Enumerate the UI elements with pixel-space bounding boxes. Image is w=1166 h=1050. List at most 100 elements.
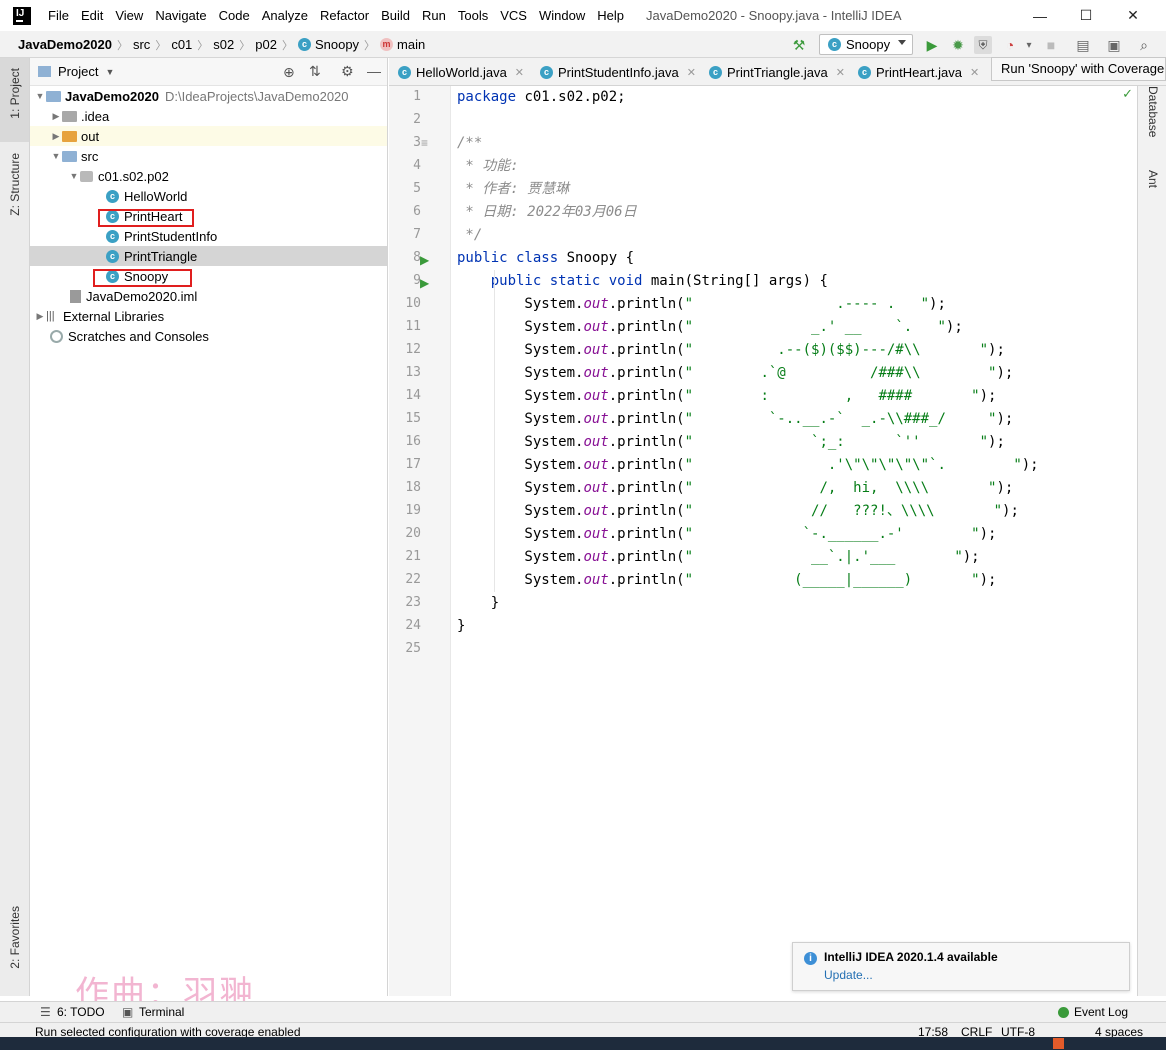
close-icon[interactable]: ✕ bbox=[970, 66, 979, 79]
title-bar: IJ File Edit View Navigate Code Analyze … bbox=[0, 0, 1166, 31]
tree-item-printheart[interactable]: c PrintHeart bbox=[30, 206, 387, 226]
tree-item-package[interactable]: ▼ c01.s02.p02 bbox=[30, 166, 387, 186]
run-config-select[interactable]: c Snoopy bbox=[819, 34, 913, 55]
tree-item-iml[interactable]: JavaDemo2020.iml bbox=[30, 286, 387, 306]
search-icon[interactable]: ⌕ bbox=[1135, 36, 1153, 54]
line-number: 12 bbox=[405, 342, 421, 357]
chevron-down-icon[interactable]: ▼ bbox=[105, 67, 114, 77]
menu-view[interactable]: View bbox=[109, 0, 149, 31]
structure-tool-tab[interactable]: Z: Structure bbox=[8, 153, 22, 216]
line-number: 5 bbox=[413, 181, 421, 196]
build-hammer-icon[interactable]: ⚒ bbox=[790, 36, 808, 54]
tree-item-scratches[interactable]: Scratches and Consoles bbox=[30, 326, 387, 346]
project-view-selector[interactable]: Project bbox=[58, 64, 98, 79]
menu-help[interactable]: Help bbox=[591, 0, 630, 31]
tree-item-external-libraries[interactable]: ▶ ||| External Libraries bbox=[30, 306, 387, 326]
debug-icon[interactable]: ✹ bbox=[949, 36, 967, 54]
terminal-icon: ▣ bbox=[122, 1005, 134, 1019]
minimize-button[interactable]: — bbox=[1017, 0, 1063, 31]
code-line-21: System.out.println(" __`.|.'___ "); bbox=[457, 549, 980, 565]
gear-icon[interactable]: ⚙ bbox=[341, 63, 354, 80]
breadcrumb-p02[interactable]: p02 〉 bbox=[255, 37, 298, 53]
ant-tool-tab[interactable]: Ant bbox=[1146, 170, 1160, 188]
tree-item-helloworld[interactable]: c HelloWorld bbox=[30, 186, 387, 206]
inspection-ok-icon[interactable]: ✓ bbox=[1122, 86, 1133, 102]
tree-item-snoopy[interactable]: c Snoopy bbox=[30, 266, 387, 286]
line-number: 3 bbox=[413, 135, 421, 150]
run-with-coverage-icon[interactable]: ⛨ bbox=[974, 36, 992, 54]
doc-comment-icon: ≡ bbox=[421, 136, 429, 150]
tree-item-src[interactable]: ▼ src bbox=[30, 146, 387, 166]
close-icon[interactable]: ✕ bbox=[515, 66, 524, 79]
breadcrumb-snoopy[interactable]: c Snoopy 〉 bbox=[297, 37, 380, 53]
chevron-right-icon: ▶ bbox=[36, 310, 44, 321]
tab-printheart[interactable]: c PrintHeart.java ✕ bbox=[858, 58, 979, 86]
close-button[interactable]: ✕ bbox=[1110, 0, 1156, 31]
run-main-gutter-icon[interactable]: ▶ bbox=[420, 276, 429, 290]
menu-analyze[interactable]: Analyze bbox=[256, 0, 314, 31]
breadcrumb-src[interactable]: src 〉 bbox=[133, 37, 171, 53]
menu-code[interactable]: Code bbox=[213, 0, 256, 31]
iml-file-icon bbox=[70, 289, 81, 303]
close-icon[interactable]: ✕ bbox=[687, 66, 696, 79]
project-structure-icon[interactable]: ▤ bbox=[1074, 36, 1092, 54]
breadcrumb-main[interactable]: m main bbox=[380, 37, 425, 52]
line-number: 7 bbox=[413, 227, 421, 242]
breadcrumb-project[interactable]: JavaDemo2020 〉 bbox=[18, 37, 133, 53]
scratches-icon bbox=[50, 329, 63, 343]
code-line-1: package c01.s02.p02; bbox=[457, 89, 626, 105]
code-line-3: /** bbox=[457, 135, 483, 151]
menu-vcs[interactable]: VCS bbox=[494, 0, 533, 31]
menu-refactor[interactable]: Refactor bbox=[314, 0, 375, 31]
run-icon[interactable]: ▶ bbox=[923, 36, 941, 54]
profiler-icon[interactable]: ◔ bbox=[1001, 36, 1019, 54]
menu-file[interactable]: File bbox=[42, 0, 75, 31]
breadcrumb-c01[interactable]: c01 〉 bbox=[171, 37, 213, 53]
update-link[interactable]: Update... bbox=[824, 968, 873, 982]
highlight-box-snoopy bbox=[93, 269, 192, 287]
project-folder-icon bbox=[38, 66, 51, 77]
left-tool-strip: 1: Project Z: Structure 2: Favorites bbox=[0, 58, 30, 996]
sdk-icon[interactable]: ▣ bbox=[1105, 36, 1123, 54]
code-line-15: System.out.println(" `-..__.-` _.-\\###_… bbox=[457, 411, 1014, 427]
menu-tools[interactable]: Tools bbox=[452, 0, 494, 31]
chevron-down-icon[interactable]: ▾ bbox=[1020, 36, 1038, 54]
breadcrumb-s02[interactable]: s02 〉 bbox=[213, 37, 255, 53]
collapse-all-icon[interactable]: ⇅ bbox=[309, 63, 321, 80]
todo-tool-button[interactable]: 6: TODO bbox=[57, 1005, 105, 1019]
tree-item-printstudentinfo[interactable]: c PrintStudentInfo bbox=[30, 226, 387, 246]
tree-item-printtriangle[interactable]: c PrintTriangle bbox=[30, 246, 387, 266]
class-icon: c bbox=[540, 65, 553, 79]
code-line-8: public class Snoopy { bbox=[457, 250, 635, 266]
database-tool-tab[interactable]: Database bbox=[1146, 86, 1160, 137]
stop-icon[interactable]: ■ bbox=[1042, 36, 1060, 54]
tab-printtriangle[interactable]: c PrintTriangle.java ✕ bbox=[709, 58, 845, 86]
taskbar-app-icon[interactable] bbox=[1053, 1038, 1064, 1049]
locate-icon[interactable]: ⊕ bbox=[283, 64, 295, 81]
code-editor[interactable]: package c01.s02.p02; /** * 功能: * 作者: 贾慧琳… bbox=[451, 86, 1137, 996]
menu-edit[interactable]: Edit bbox=[75, 0, 109, 31]
editor-gutter: 1 2 3 4 5 6 7 8 9 10 11 12 13 14 15 16 1… bbox=[389, 86, 482, 996]
run-class-gutter-icon[interactable]: ▶ bbox=[420, 253, 429, 267]
event-log-icon bbox=[1058, 1007, 1069, 1018]
menu-window[interactable]: Window bbox=[533, 0, 591, 31]
terminal-tool-button[interactable]: Terminal bbox=[139, 1005, 184, 1019]
tab-helloworld[interactable]: c HelloWorld.java ✕ bbox=[398, 58, 524, 86]
excluded-folder-icon bbox=[62, 130, 77, 142]
tree-item-idea[interactable]: ▶ .idea bbox=[30, 106, 387, 126]
class-icon: c bbox=[398, 65, 411, 79]
close-icon[interactable]: ✕ bbox=[836, 66, 845, 79]
tab-printstudentinfo[interactable]: c PrintStudentInfo.java ✕ bbox=[540, 58, 696, 86]
tree-item-project-root[interactable]: ▼ JavaDemo2020 D:\IdeaProjects\JavaDemo2… bbox=[30, 86, 387, 106]
project-tool-tab[interactable]: 1: Project bbox=[8, 68, 22, 119]
hide-icon[interactable]: — bbox=[367, 63, 381, 79]
module-folder-icon bbox=[46, 90, 61, 102]
favorites-tool-tab[interactable]: 2: Favorites bbox=[8, 906, 22, 969]
maximize-button[interactable]: ☐ bbox=[1063, 0, 1109, 31]
menu-navigate[interactable]: Navigate bbox=[149, 0, 212, 31]
tree-item-out[interactable]: ▶ out bbox=[30, 126, 387, 146]
menu-build[interactable]: Build bbox=[375, 0, 416, 31]
event-log-button[interactable]: Event Log bbox=[1074, 1005, 1128, 1019]
menu-run[interactable]: Run bbox=[416, 0, 452, 31]
code-line-7: */ bbox=[457, 227, 483, 243]
